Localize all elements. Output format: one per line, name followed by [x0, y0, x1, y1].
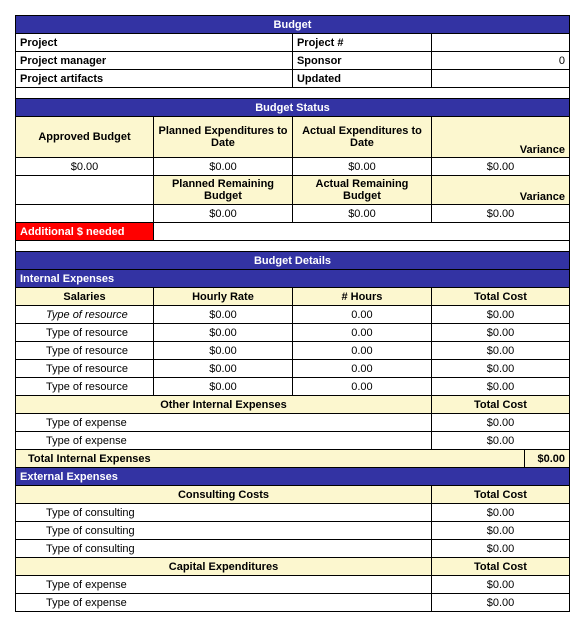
actual-exp-value[interactable]: $0.00 — [292, 158, 431, 176]
salary-row: Type of resource $0.00 0.00 $0.00 — [16, 360, 570, 378]
salary-row: Type of resource $0.00 0.00 $0.00 — [16, 324, 570, 342]
artifacts-label: Project artifacts — [16, 70, 293, 88]
hours[interactable]: 0.00 — [292, 306, 431, 324]
hours[interactable]: 0.00 — [292, 342, 431, 360]
total-internal-label: Total Internal Expenses — [16, 450, 525, 468]
rate[interactable]: $0.00 — [153, 360, 292, 378]
cost[interactable]: $0.00 — [431, 594, 569, 612]
cost[interactable]: $0.00 — [431, 324, 569, 342]
consulting-row: Type of consulting $0.00 — [16, 504, 570, 522]
hours[interactable]: 0.00 — [292, 360, 431, 378]
variance-label: Variance — [431, 117, 569, 158]
cost[interactable]: $0.00 — [431, 342, 569, 360]
actual-exp-label: Actual Expenditures to Date — [292, 117, 431, 158]
resource-name[interactable]: Type of resource — [16, 360, 154, 378]
consulting-name[interactable]: Type of consulting — [16, 522, 432, 540]
spacer — [16, 88, 570, 99]
total-cost-label: Total Cost — [431, 558, 569, 576]
total-internal-value: $0.00 — [524, 450, 569, 468]
hourly-label: Hourly Rate — [153, 288, 292, 306]
sponsor-value[interactable]: 0 — [431, 52, 569, 70]
rate[interactable]: $0.00 — [153, 306, 292, 324]
consulting-row: Type of consulting $0.00 — [16, 522, 570, 540]
cost[interactable]: $0.00 — [431, 414, 569, 432]
rate[interactable]: $0.00 — [153, 378, 292, 396]
cost[interactable]: $0.00 — [431, 540, 569, 558]
other-row: Type of expense $0.00 — [16, 414, 570, 432]
capital-label: Capital Expenditures — [16, 558, 432, 576]
details-title: Budget Details — [16, 252, 570, 270]
expense-name[interactable]: Type of expense — [16, 414, 432, 432]
actual-rem-label: Actual Remaining Budget — [292, 176, 431, 205]
variance2-value[interactable]: $0.00 — [431, 205, 569, 223]
cost[interactable]: $0.00 — [431, 504, 569, 522]
updated-label: Updated — [292, 70, 431, 88]
rate[interactable]: $0.00 — [153, 324, 292, 342]
empty — [16, 176, 154, 205]
resource-name[interactable]: Type of resource — [16, 324, 154, 342]
status-title: Budget Status — [16, 99, 570, 117]
salary-row: Type of resource $0.00 0.00 $0.00 — [16, 378, 570, 396]
cost[interactable]: $0.00 — [431, 432, 569, 450]
sponsor-label: Sponsor — [292, 52, 431, 70]
approved-value[interactable]: $0.00 — [16, 158, 154, 176]
planned-rem-label: Planned Remaining Budget — [153, 176, 292, 205]
planned-exp-value[interactable]: $0.00 — [153, 158, 292, 176]
rate[interactable]: $0.00 — [153, 342, 292, 360]
resource-name[interactable]: Type of resource — [16, 378, 154, 396]
expense-name[interactable]: Type of expense — [16, 432, 432, 450]
additional-value[interactable] — [153, 223, 569, 241]
planned-rem-value[interactable]: $0.00 — [153, 205, 292, 223]
cost[interactable]: $0.00 — [431, 306, 569, 324]
expense-name[interactable]: Type of expense — [16, 594, 432, 612]
budget-table: Budget Project Project # Project manager… — [15, 15, 570, 612]
salaries-label: Salaries — [16, 288, 154, 306]
hours-label: # Hours — [292, 288, 431, 306]
other-internal-label: Other Internal Expenses — [16, 396, 432, 414]
total-cost-label: Total Cost — [431, 486, 569, 504]
expense-name[interactable]: Type of expense — [16, 576, 432, 594]
actual-rem-value[interactable]: $0.00 — [292, 205, 431, 223]
spacer — [16, 241, 570, 252]
budget-title: Budget — [16, 16, 570, 34]
hours[interactable]: 0.00 — [292, 378, 431, 396]
pm-label: Project manager — [16, 52, 293, 70]
capital-row: Type of expense $0.00 — [16, 576, 570, 594]
updated-value[interactable] — [431, 70, 569, 88]
total-cost-label: Total Cost — [431, 288, 569, 306]
consulting-row: Type of consulting $0.00 — [16, 540, 570, 558]
consulting-name[interactable]: Type of consulting — [16, 540, 432, 558]
cost[interactable]: $0.00 — [431, 360, 569, 378]
cost[interactable]: $0.00 — [431, 378, 569, 396]
other-row: Type of expense $0.00 — [16, 432, 570, 450]
empty — [16, 205, 154, 223]
additional-label: Additional $ needed — [16, 223, 154, 241]
variance2-label: Variance — [431, 176, 569, 205]
hours[interactable]: 0.00 — [292, 324, 431, 342]
project-num-label: Project # — [292, 34, 431, 52]
consulting-label: Consulting Costs — [16, 486, 432, 504]
resource-name[interactable]: Type of resource — [16, 306, 154, 324]
total-cost-label: Total Cost — [431, 396, 569, 414]
salary-row: Type of resource $0.00 0.00 $0.00 — [16, 342, 570, 360]
capital-row: Type of expense $0.00 — [16, 594, 570, 612]
cost[interactable]: $0.00 — [431, 522, 569, 540]
planned-exp-label: Planned Expenditures to Date — [153, 117, 292, 158]
project-label: Project — [16, 34, 293, 52]
salary-row: Type of resource $0.00 0.00 $0.00 — [16, 306, 570, 324]
project-num-value[interactable] — [431, 34, 569, 52]
variance-value[interactable]: $0.00 — [431, 158, 569, 176]
consulting-name[interactable]: Type of consulting — [16, 504, 432, 522]
external-label: External Expenses — [16, 468, 570, 486]
internal-label: Internal Expenses — [16, 270, 570, 288]
approved-label: Approved Budget — [16, 117, 154, 158]
cost[interactable]: $0.00 — [431, 576, 569, 594]
resource-name[interactable]: Type of resource — [16, 342, 154, 360]
